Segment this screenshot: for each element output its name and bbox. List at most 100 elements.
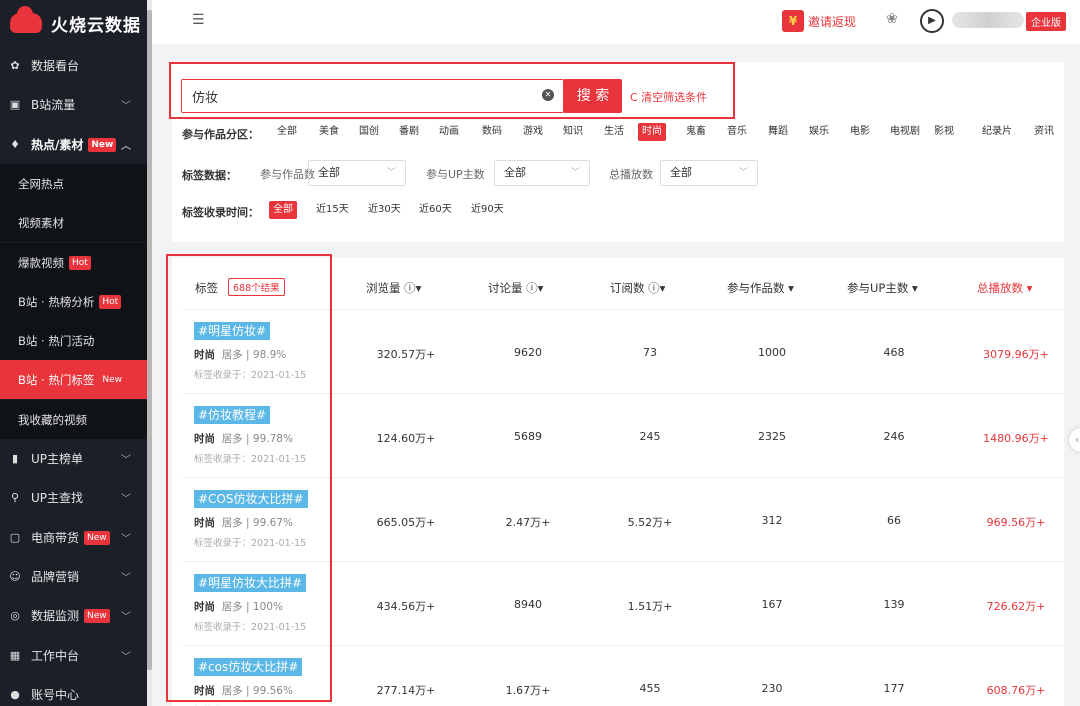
search-box[interactable]: ✕: [181, 79, 564, 113]
cell-views: 124.60万+: [376, 432, 436, 445]
category-13[interactable]: 娱乐: [805, 123, 833, 141]
sidebar-subitem-4[interactable]: B站 · 热门活动: [0, 321, 147, 360]
sidebar-subitem-label: 我收藏的视频: [18, 412, 87, 427]
category-5[interactable]: 数码: [478, 123, 506, 141]
sidebar-item-6[interactable]: ☺ 品牌营销 ﹀: [0, 557, 147, 596]
chevron-down-icon: ﹀: [570, 168, 580, 178]
chevron-icon: ﹀: [121, 455, 131, 466]
header-plays[interactable]: 总播放数 ▾: [977, 280, 1032, 296]
sidebar-subitem-2[interactable]: 爆款视频 Hot: [0, 243, 147, 282]
tag-label[interactable]: #明星仿妆大比拼#: [194, 574, 307, 592]
tag-label[interactable]: #COS仿妆大比拼#: [194, 490, 308, 508]
category-8[interactable]: 生活: [600, 123, 628, 141]
up-select[interactable]: 全部 ﹀: [494, 160, 590, 186]
header-comments[interactable]: 讨论量 ⓘ▾: [488, 280, 543, 296]
scroll-arrow-icon[interactable]: ‹: [1069, 428, 1080, 452]
table-row[interactable]: #明星仿妆大比拼# 时尚 居多 | 100% 标签收录于：2021-01-15 4…: [182, 562, 1064, 646]
works-select[interactable]: 全部 ﹀: [308, 160, 406, 186]
scrollbar-thumb[interactable]: [147, 10, 152, 670]
sidebar-subitem-label: B站 · 热门活动: [18, 333, 95, 348]
time-option-4[interactable]: 近90天: [467, 201, 508, 219]
header-subs[interactable]: 订阅数 ⓘ▾: [610, 280, 665, 296]
time-option-2[interactable]: 近30天: [364, 201, 405, 219]
sidebar-item-label: UP主查找: [31, 491, 84, 505]
header-works[interactable]: 参与作品数 ▾: [727, 280, 794, 296]
plays-select-value: 全部: [670, 166, 692, 179]
category-14[interactable]: 电影: [846, 123, 874, 141]
cell-ups: 139: [883, 598, 905, 611]
gift-icon[interactable]: ¥: [782, 10, 804, 32]
tag-date: 标签收录于：2021-01-15: [194, 538, 307, 549]
sidebar-scrollbar[interactable]: [147, 0, 152, 706]
category-7[interactable]: 知识: [559, 123, 587, 141]
table-row[interactable]: #cos仿妆大比拼# 时尚 居多 | 99.56% 标签收录于：2021-01-…: [182, 646, 1064, 706]
sidebar-item-7[interactable]: ◎ 数据监测 New ﹀: [0, 596, 147, 635]
sidebar-item-label: 品牌营销: [31, 570, 80, 584]
sidebar-item-3[interactable]: ▮ UP主榜单 ﹀: [0, 439, 147, 478]
sidebar-item-2[interactable]: ♦ 热点/素材 New ︿: [0, 125, 147, 164]
tag-label[interactable]: #cos仿妆大比拼#: [194, 658, 303, 676]
sidebar-item-4[interactable]: ⚲ UP主查找 ﹀: [0, 478, 147, 517]
user-name-blurred[interactable]: [952, 12, 1024, 28]
header-ups[interactable]: 参与UP主数 ▾: [847, 280, 918, 296]
time-option-0[interactable]: 全部: [269, 201, 297, 219]
category-10[interactable]: 鬼畜: [682, 123, 710, 141]
category-2[interactable]: 国创: [355, 123, 383, 141]
tag-percent: 99.78%: [252, 433, 293, 445]
category-16[interactable]: 影视: [930, 123, 958, 141]
palette-icon[interactable]: ❀: [886, 11, 898, 27]
tag-sub: 居多: [221, 517, 243, 529]
table-row[interactable]: #明星仿妆# 时尚 居多 | 98.9% 标签收录于：2021-01-15 320…: [182, 310, 1064, 394]
tag-label[interactable]: #明星仿妆#: [194, 322, 271, 340]
header-views[interactable]: 浏览量 ⓘ▾: [366, 280, 421, 296]
up-filter-label: 参与UP主数: [426, 168, 485, 181]
sidebar-item-8[interactable]: ▦ 工作中台 ﹀: [0, 636, 147, 675]
category-17[interactable]: 纪录片: [978, 123, 1016, 141]
clear-filters-link[interactable]: C 清空筛选条件: [630, 89, 707, 105]
play-icon[interactable]: ▶: [920, 9, 944, 33]
category-1[interactable]: 美食: [315, 123, 343, 141]
tag-label[interactable]: #仿妆教程#: [194, 406, 271, 424]
invite-link[interactable]: 邀请返现: [808, 13, 856, 30]
sidebar-item-9[interactable]: ● 账号中心: [0, 675, 147, 706]
clear-input-icon[interactable]: ✕: [542, 89, 554, 101]
sidebar-subitem-label: B站 · 热榜分析: [18, 294, 95, 309]
category-4[interactable]: 动画: [435, 123, 463, 141]
sidebar-item-5[interactable]: ▢ 电商带货 New ﹀: [0, 518, 147, 557]
category-15[interactable]: 电视剧: [886, 123, 924, 141]
category-11[interactable]: 音乐: [723, 123, 751, 141]
sidebar-subitem-5[interactable]: B站 · 热门标签 New: [0, 360, 147, 399]
category-6[interactable]: 游戏: [519, 123, 547, 141]
tag-date: 标签收录于：2021-01-15: [194, 370, 307, 381]
category-3[interactable]: 番剧: [395, 123, 423, 141]
time-option-3[interactable]: 近60天: [415, 201, 456, 219]
cloud-logo-icon: [10, 6, 42, 33]
category-9[interactable]: 时尚: [638, 123, 666, 141]
sidebar-subitem-3[interactable]: B站 · 热榜分析 Hot: [0, 282, 147, 321]
search-icon: ⚲: [10, 491, 20, 504]
logo[interactable]: 火烧云数据: [10, 6, 141, 38]
tag-data-label: 标签数据：: [182, 169, 237, 182]
category-12[interactable]: 舞蹈: [764, 123, 792, 141]
category-18[interactable]: 资讯: [1030, 123, 1058, 141]
search-input[interactable]: [192, 86, 532, 106]
plays-select[interactable]: 全部 ﹀: [660, 160, 758, 186]
tag-meta: 时尚 居多 | 100%: [194, 601, 283, 613]
search-button[interactable]: 搜 索: [564, 79, 622, 113]
sidebar-subitem-6[interactable]: 我收藏的视频: [0, 400, 147, 439]
sidebar-subitem-1[interactable]: 视频素材: [0, 203, 147, 242]
sidebar-item-0[interactable]: ✿ 数据看台: [0, 46, 147, 85]
table-row[interactable]: #仿妆教程# 时尚 居多 | 99.78% 标签收录于：2021-01-15 12…: [182, 394, 1064, 478]
category-0[interactable]: 全部: [273, 123, 301, 141]
time-option-1[interactable]: 近15天: [312, 201, 353, 219]
sidebar-subitem-0[interactable]: 全网热点: [0, 164, 147, 203]
sidebar-item-1[interactable]: ▣ B站流量 ﹀: [0, 85, 147, 124]
cell-comments: 2.47万+: [505, 516, 551, 529]
table-header: 标签 688个结果 浏览量 ⓘ▾ 讨论量 ⓘ▾ 订阅数 ⓘ▾ 参与作品数 ▾ 参…: [182, 258, 1064, 310]
cell-plays: 608.76万+: [986, 684, 1046, 697]
menu-fold-icon[interactable]: ☰: [192, 12, 205, 28]
cell-works: 312: [761, 514, 783, 527]
cell-subs: 455: [639, 682, 661, 695]
cell-works: 230: [761, 682, 783, 695]
table-row[interactable]: #COS仿妆大比拼# 时尚 居多 | 99.67% 标签收录于：2021-01-…: [182, 478, 1064, 562]
